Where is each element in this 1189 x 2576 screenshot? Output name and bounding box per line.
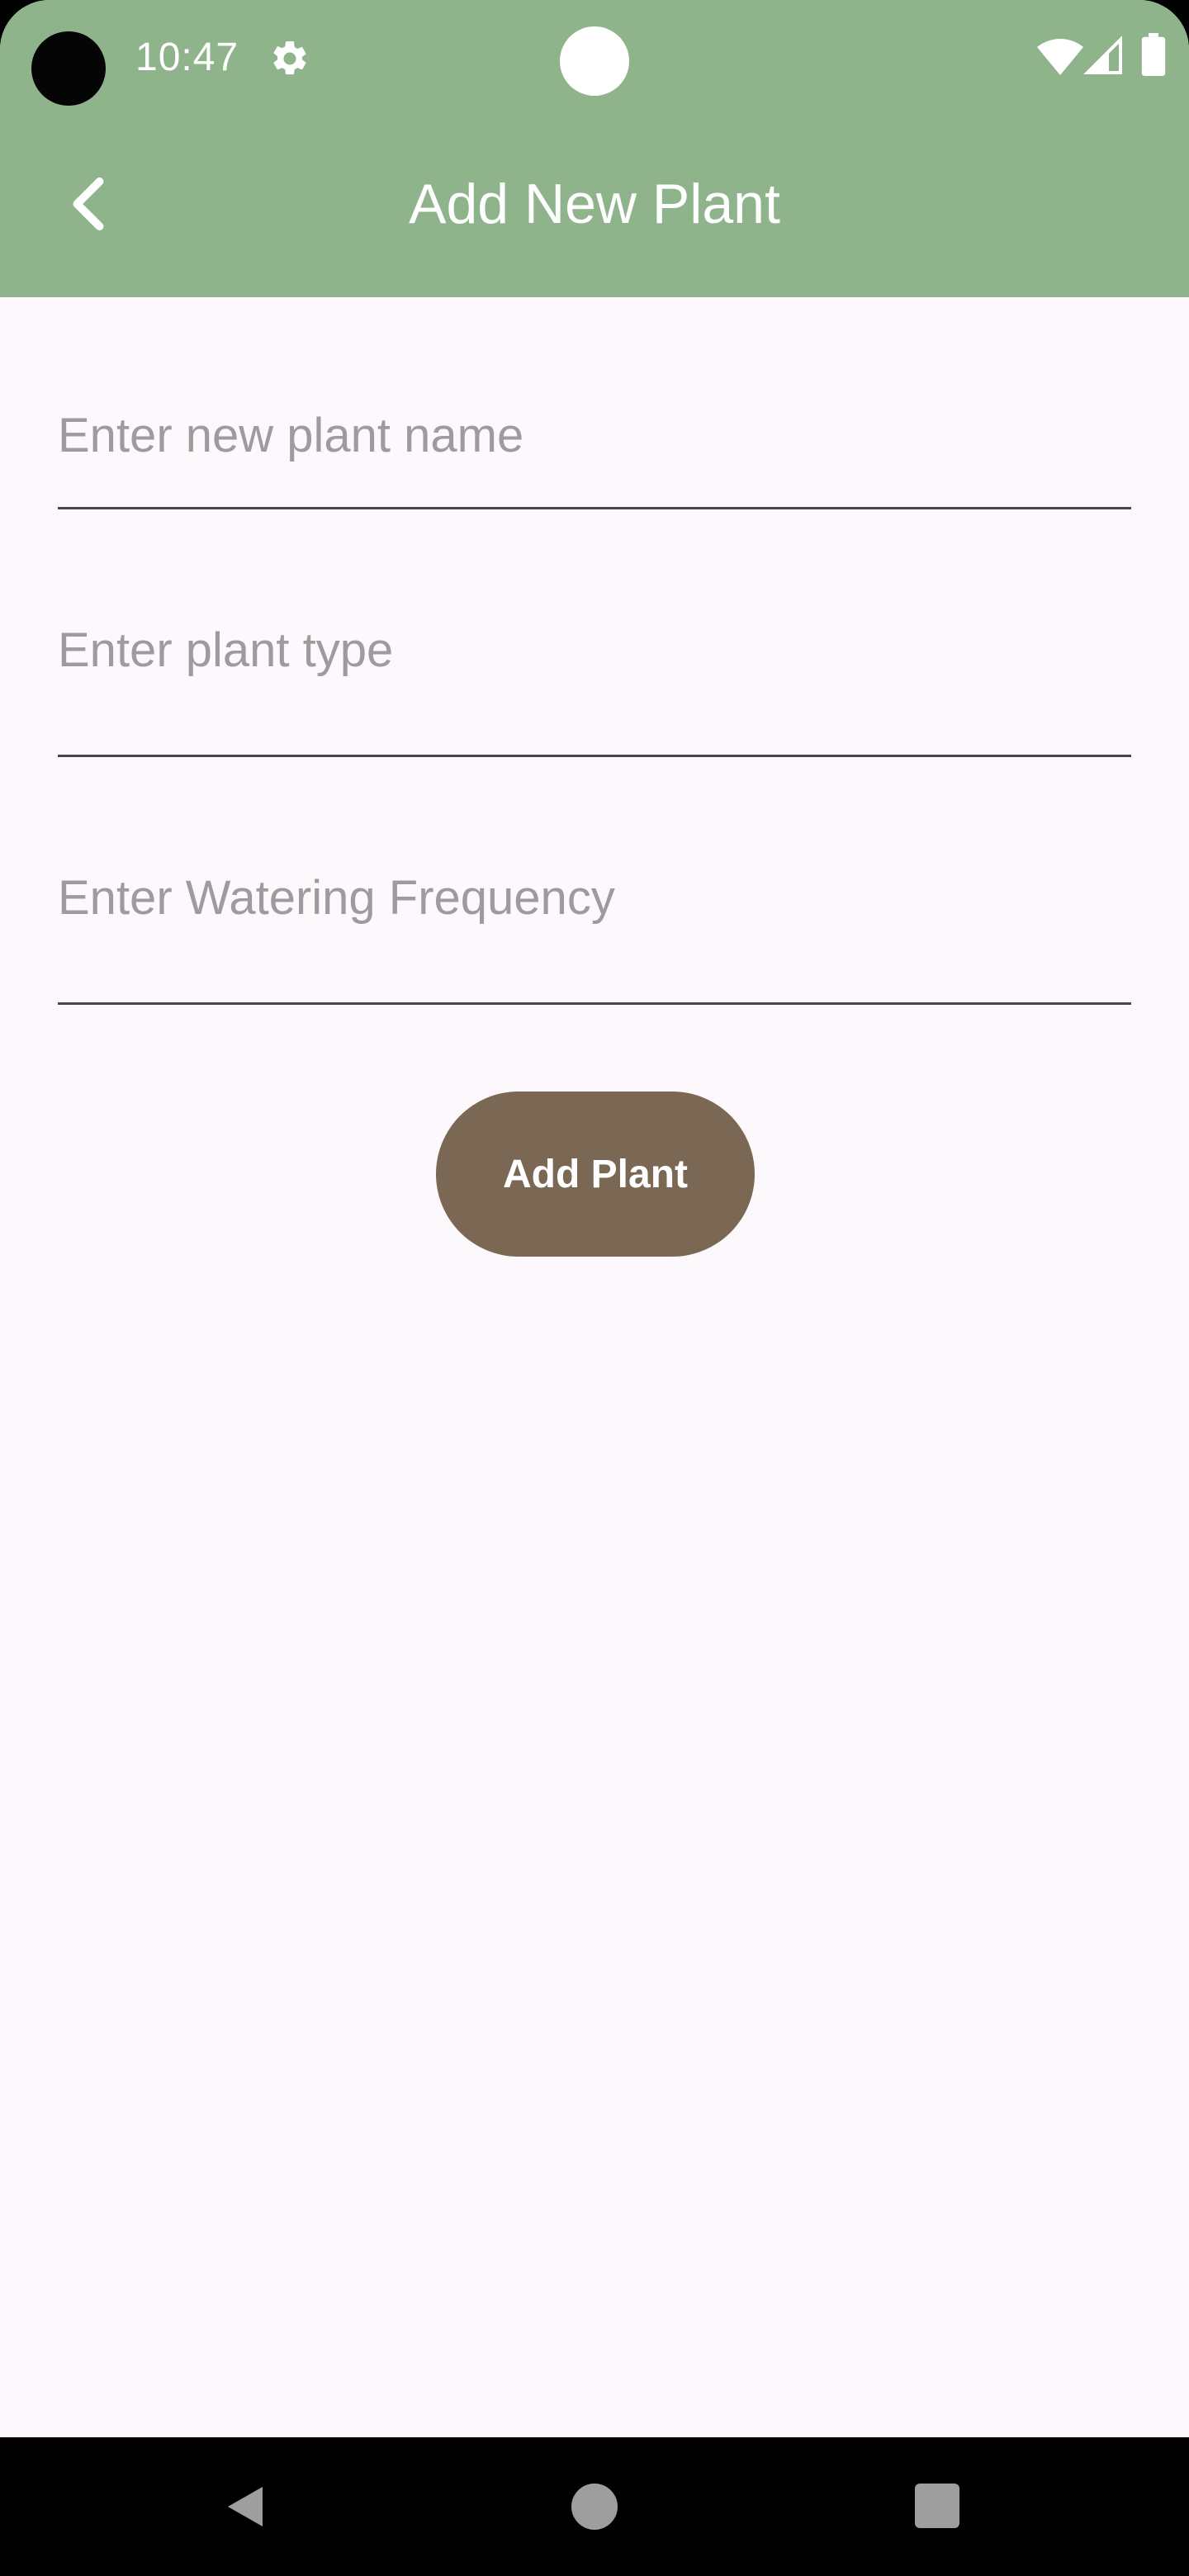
gear-icon bbox=[273, 41, 306, 75]
system-nav-bar bbox=[0, 2437, 1189, 2576]
front-sensor-dot bbox=[560, 26, 629, 96]
plant-name-input[interactable] bbox=[58, 408, 1131, 463]
top-bar-container: 10:47 Add New Plant bbox=[0, 0, 1189, 297]
status-bar: 10:47 bbox=[0, 0, 1189, 116]
add-plant-button[interactable]: Add Plant bbox=[436, 1091, 755, 1257]
page-title: Add New Plant bbox=[409, 173, 780, 235]
app-bar: Add New Plant bbox=[0, 116, 1189, 297]
watering-frequency-field bbox=[58, 867, 1131, 1005]
status-time: 10:47 bbox=[135, 36, 239, 79]
battery-icon bbox=[1141, 33, 1166, 76]
wifi-icon bbox=[1037, 39, 1083, 75]
add-plant-screen: 10:47 Add New Plant Enter new plant name… bbox=[0, 0, 1189, 2576]
plant-name-field bbox=[58, 405, 1131, 509]
signal-icon bbox=[1083, 36, 1122, 74]
plant-type-field bbox=[58, 619, 1131, 757]
nav-recents-icon[interactable] bbox=[915, 2484, 959, 2528]
watering-frequency-input[interactable] bbox=[58, 870, 1131, 926]
camera-cutout bbox=[31, 31, 106, 106]
nav-home-icon[interactable] bbox=[571, 2484, 618, 2530]
nav-back-icon[interactable] bbox=[223, 2484, 269, 2530]
plant-type-input[interactable] bbox=[58, 623, 1131, 678]
